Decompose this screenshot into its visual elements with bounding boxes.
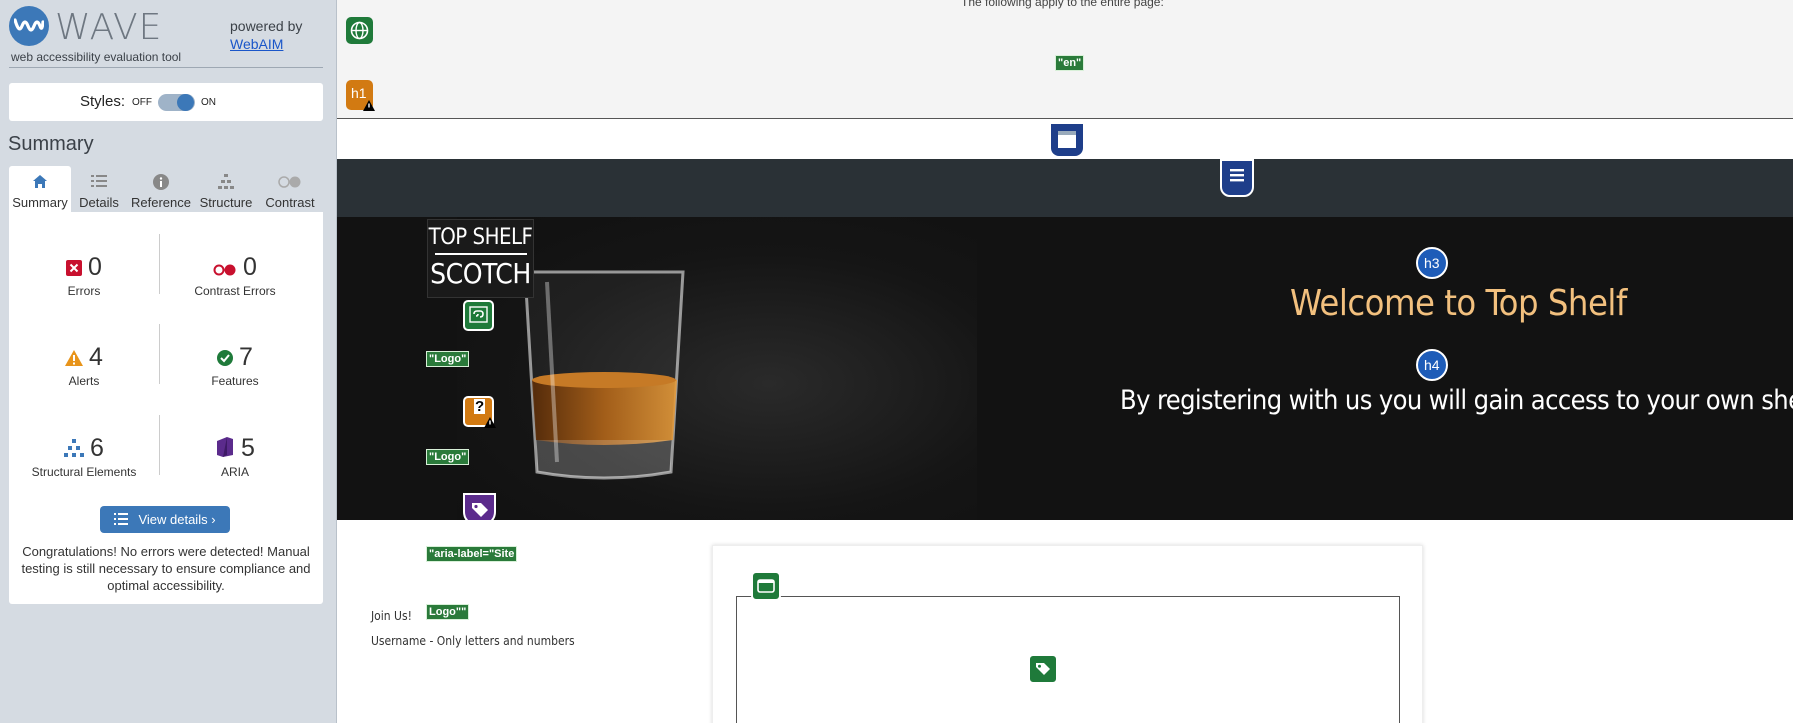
h1-alert-icon[interactable]: h1	[346, 80, 375, 111]
document-note: The following apply to the entire page:	[961, 0, 1164, 9]
h4-heading-icon[interactable]: h4	[1416, 349, 1448, 381]
view-details-button[interactable]: View details ›	[100, 506, 230, 533]
toggle-on-label: ON	[201, 97, 216, 108]
aria-label-icon[interactable]	[463, 493, 496, 520]
aria-label-tag: Logo""	[426, 604, 470, 620]
hero-subtitle: By registering with us you will gain acc…	[1120, 385, 1793, 416]
registration-form-card	[712, 545, 1423, 723]
wave-sidebar: WAVE web accessibility evaluation tool p…	[0, 0, 337, 723]
congratulations-message: Congratulations! No errors were detected…	[21, 544, 311, 593]
alert-icon	[65, 343, 84, 373]
wave-brand: WAVE	[55, 7, 163, 48]
structural-count: 6	[90, 434, 104, 462]
h1-badge-text: h1	[351, 85, 367, 101]
errors-label: Errors	[67, 284, 101, 298]
logo-alt-tag: "Logo"	[426, 449, 470, 465]
question-mark-icon: ?	[474, 398, 486, 415]
styles-label: Styles:	[80, 93, 126, 110]
hero-banner: TOP SHELF SCOTCH "Logo" ? "Logo" h3 Welc…	[337, 217, 1793, 520]
aria-count: 5	[241, 434, 255, 462]
logo-bottom-text: SCOTCH	[430, 257, 531, 290]
summary-panel: Summary Details Reference Structure Cont…	[9, 166, 323, 604]
structure-icon	[64, 434, 85, 464]
header-landmark-icon[interactable]	[1051, 124, 1083, 156]
structural-stat: 6 Structural Elements	[9, 433, 159, 479]
alerts-stat: 4 Alerts	[9, 342, 159, 388]
info-icon	[127, 172, 195, 192]
h3-badge-text: h3	[1424, 255, 1440, 271]
document-annotations: The following apply to the entire page: …	[337, 0, 1793, 119]
tab-contrast[interactable]: Contrast	[257, 166, 323, 212]
logo-top-text: TOP SHELF	[428, 225, 533, 250]
webaim-link[interactable]: WebAIM	[230, 36, 283, 52]
home-icon	[9, 172, 71, 192]
username-label: Username - Only letters and numbers	[371, 634, 575, 648]
fieldset-icon[interactable]	[751, 571, 781, 601]
features-label: Features	[211, 374, 259, 388]
aria-label: ARIA	[220, 465, 249, 479]
contrast-errors-count: 0	[243, 253, 257, 281]
aria-label-tag: "aria-label="Site	[426, 546, 518, 562]
view-details-label: View details ›	[138, 512, 216, 527]
navigation-landmark-icon[interactable]	[1220, 159, 1254, 197]
feature-check-icon	[217, 343, 234, 373]
contrast-errors-stat: 0 Contrast Errors	[160, 252, 310, 298]
header-region	[337, 120, 1793, 159]
error-icon	[66, 253, 83, 283]
form-label-icon[interactable]	[1028, 654, 1058, 684]
wave-tabs: Summary Details Reference Structure Cont…	[9, 166, 323, 212]
errors-stat: 0 Errors	[9, 252, 159, 298]
contrast-icon	[257, 172, 323, 192]
tab-structure[interactable]: Structure	[195, 166, 257, 212]
list-icon	[71, 172, 127, 192]
whisky-glass-image	[523, 270, 685, 480]
structural-label: Structural Elements	[31, 465, 137, 479]
styles-toggle-row: Styles: OFF ON	[9, 83, 323, 121]
powered-by-text: powered by	[230, 18, 303, 34]
styles-toggle[interactable]	[158, 94, 195, 111]
aria-stat: 5 ARIA	[160, 433, 310, 479]
site-logo[interactable]: TOP SHELF SCOTCH	[427, 219, 534, 298]
suspicious-alt-alert-icon[interactable]: ?	[463, 396, 496, 428]
registration-fieldset	[736, 596, 1400, 723]
contrast-error-icon	[213, 253, 237, 283]
summary-heading: Summary	[8, 133, 94, 155]
tab-summary[interactable]: Summary	[9, 166, 71, 212]
h4-badge-text: h4	[1424, 357, 1440, 373]
contrast-errors-label: Contrast Errors	[194, 284, 276, 298]
toggle-knob	[177, 94, 194, 111]
form-legend: Join Us!	[371, 609, 412, 623]
hierarchy-icon	[195, 172, 257, 192]
tab-reference[interactable]: Reference	[127, 166, 195, 212]
language-globe-icon[interactable]	[346, 17, 373, 44]
evaluated-page: The following apply to the entire page: …	[337, 0, 1793, 723]
hero-title: Welcome to Top Shelf	[1290, 283, 1627, 324]
h3-heading-icon[interactable]: h3	[1416, 247, 1448, 279]
tab-details[interactable]: Details	[71, 166, 127, 212]
navigation-bar	[337, 159, 1793, 217]
wave-tagline: web accessibility evaluation tool	[11, 50, 182, 64]
errors-count: 0	[88, 253, 102, 281]
features-stat: 7 Features	[160, 342, 310, 388]
language-tag: "en"	[1055, 55, 1085, 71]
wave-logo-icon	[9, 6, 49, 46]
logo-alt-tag: "Logo"	[426, 351, 470, 367]
aria-icon	[215, 434, 235, 464]
linked-image-icon[interactable]	[463, 300, 494, 331]
logo-divider	[434, 253, 527, 255]
toggle-off-label: OFF	[132, 97, 152, 108]
wave-header: WAVE web accessibility evaluation tool p…	[9, 6, 323, 68]
list-icon	[114, 507, 129, 534]
alerts-label: Alerts	[68, 374, 100, 388]
features-count: 7	[239, 343, 253, 371]
alerts-count: 4	[89, 343, 103, 371]
